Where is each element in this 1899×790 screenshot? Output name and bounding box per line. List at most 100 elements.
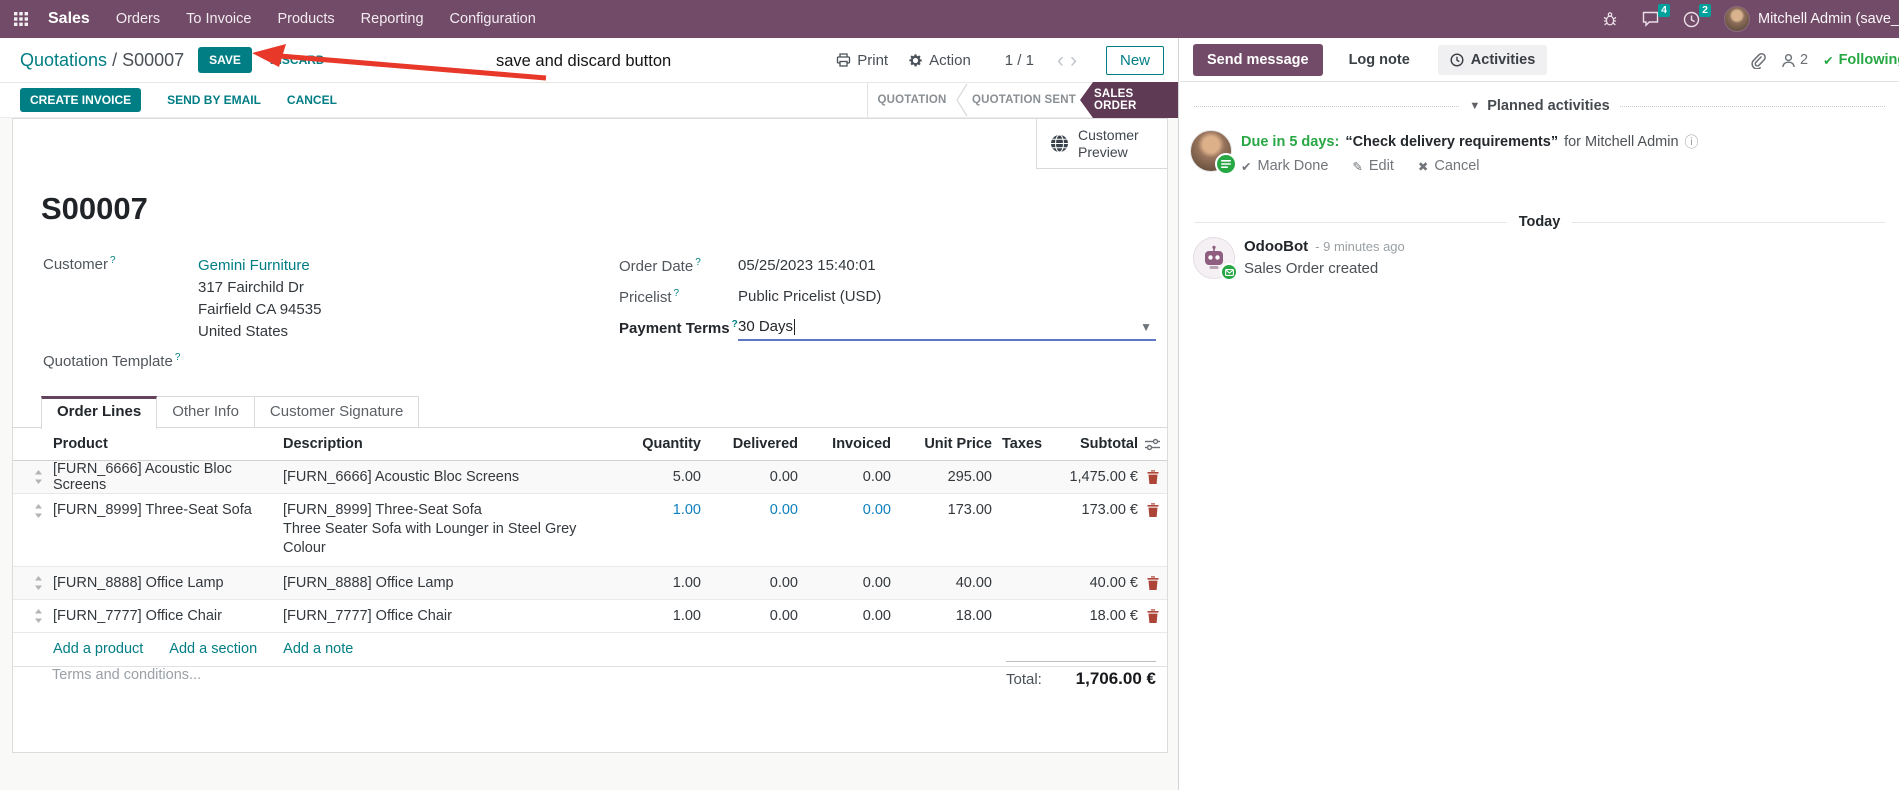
- state-sales-order-active[interactable]: SALES ORDER: [1080, 82, 1178, 118]
- order-date-value[interactable]: 05/25/2023 15:40:01: [738, 257, 876, 274]
- cell-quantity[interactable]: 5.00: [621, 469, 701, 485]
- drag-handle-icon[interactable]: [13, 609, 53, 623]
- new-button[interactable]: New: [1105, 45, 1164, 75]
- apps-grid-icon[interactable]: [14, 12, 28, 26]
- header-description[interactable]: Description: [283, 436, 621, 452]
- dropdown-caret-icon[interactable]: ▼: [1140, 320, 1156, 334]
- cell-unit-price[interactable]: 295.00: [891, 469, 992, 485]
- add-product-link[interactable]: Add a product: [53, 641, 143, 657]
- order-line-row[interactable]: [FURN_8999] Three-Seat Sofa [FURN_8999] …: [13, 494, 1167, 567]
- pricelist-value[interactable]: Public Pricelist (USD): [738, 288, 881, 305]
- cell-product[interactable]: [FURN_6666] Acoustic Bloc Screens: [53, 461, 283, 493]
- log-note-button[interactable]: Log note: [1349, 52, 1410, 68]
- app-name[interactable]: Sales: [48, 10, 90, 28]
- action-button[interactable]: Action: [908, 52, 971, 69]
- tab-customer-signature[interactable]: Customer Signature: [253, 396, 420, 427]
- cell-quantity-modified[interactable]: 1.00: [621, 501, 701, 520]
- planned-activities-header[interactable]: ▼ Planned activities: [1180, 98, 1899, 114]
- send-message-button[interactable]: Send message: [1193, 43, 1323, 76]
- breadcrumb-quotations[interactable]: Quotations: [20, 50, 107, 71]
- drag-handle-icon[interactable]: [13, 576, 53, 590]
- message-author[interactable]: OdooBot: [1244, 238, 1308, 255]
- activities-label: Activities: [1470, 51, 1536, 68]
- send-by-email-button[interactable]: SEND BY EMAIL: [167, 93, 261, 107]
- cell-invoiced[interactable]: 0.00: [798, 469, 891, 485]
- add-note-link[interactable]: Add a note: [283, 641, 353, 657]
- gear-icon: [909, 53, 922, 66]
- pager-next-button[interactable]: ›: [1067, 50, 1080, 71]
- cell-unit-price[interactable]: 18.00: [891, 608, 992, 624]
- menu-products[interactable]: Products: [277, 11, 334, 27]
- debug-bug-icon[interactable]: [1602, 11, 1618, 27]
- followers-button[interactable]: 2: [1781, 52, 1808, 68]
- pager-previous-button[interactable]: ‹: [1054, 50, 1067, 71]
- header-unit-price[interactable]: Unit Price: [891, 436, 992, 452]
- delete-row-icon[interactable]: [1138, 576, 1167, 590]
- header-subtotal[interactable]: Subtotal: [1052, 436, 1138, 452]
- cell-description[interactable]: [FURN_6666] Acoustic Bloc Screens: [283, 469, 621, 485]
- delete-row-icon[interactable]: [1138, 470, 1167, 484]
- cell-delivered-modified[interactable]: 0.00: [701, 501, 798, 520]
- print-button[interactable]: Print: [836, 52, 888, 69]
- menu-reporting[interactable]: Reporting: [361, 11, 424, 27]
- attachment-paperclip-icon[interactable]: [1750, 52, 1766, 69]
- cell-unit-price[interactable]: 40.00: [891, 575, 992, 591]
- state-quotation[interactable]: QUOTATION: [868, 82, 956, 118]
- discard-button[interactable]: DISCARD: [270, 53, 325, 67]
- menu-orders[interactable]: Orders: [116, 11, 160, 27]
- drag-handle-icon[interactable]: [13, 470, 53, 484]
- header-delivered[interactable]: Delivered: [701, 436, 798, 452]
- cancel-button[interactable]: CANCEL: [287, 93, 337, 107]
- header-quantity[interactable]: Quantity: [621, 436, 701, 452]
- drag-handle-icon[interactable]: [13, 501, 53, 518]
- cell-quantity[interactable]: 1.00: [621, 608, 701, 624]
- cell-product[interactable]: [FURN_8999] Three-Seat Sofa: [53, 501, 283, 520]
- cell-invoiced[interactable]: 0.00: [798, 575, 891, 591]
- activities-button[interactable]: Activities: [1437, 44, 1548, 75]
- header-taxes[interactable]: Taxes: [992, 436, 1052, 452]
- header-product[interactable]: Product: [53, 436, 283, 452]
- user-avatar[interactable]: [1724, 6, 1750, 32]
- tab-order-lines[interactable]: Order Lines: [41, 396, 158, 429]
- cell-description[interactable]: [FURN_8888] Office Lamp: [283, 575, 621, 591]
- info-icon[interactable]: ⓘ: [1685, 132, 1699, 152]
- cell-quantity[interactable]: 1.00: [621, 575, 701, 591]
- odoobot-avatar[interactable]: [1193, 237, 1238, 281]
- cell-delivered[interactable]: 0.00: [701, 608, 798, 624]
- edit-activity-button[interactable]: ✎ Edit: [1352, 158, 1393, 174]
- activity-avatar[interactable]: [1190, 130, 1237, 175]
- activities-clock-icon[interactable]: 2: [1683, 3, 1711, 28]
- order-line-row[interactable]: [FURN_7777] Office Chair [FURN_7777] Off…: [13, 600, 1167, 633]
- order-line-row[interactable]: [FURN_6666] Acoustic Bloc Screens [FURN_…: [13, 461, 1167, 494]
- mark-done-button[interactable]: ✔ Mark Done: [1241, 158, 1328, 174]
- header-invoiced[interactable]: Invoiced: [798, 436, 891, 452]
- cell-delivered[interactable]: 0.00: [701, 575, 798, 591]
- cell-invoiced[interactable]: 0.00: [798, 608, 891, 624]
- cancel-activity-button[interactable]: ✖ Cancel: [1418, 158, 1480, 174]
- user-menu[interactable]: Mitchell Admin (save_discard: [1758, 11, 1899, 27]
- cell-product[interactable]: [FURN_7777] Office Chair: [53, 608, 283, 624]
- optional-columns-icon[interactable]: [1138, 438, 1167, 451]
- following-button[interactable]: ✔ Following: [1823, 52, 1899, 68]
- menu-to-invoice[interactable]: To Invoice: [186, 11, 251, 27]
- menu-configuration[interactable]: Configuration: [450, 11, 536, 27]
- create-invoice-button[interactable]: CREATE INVOICE: [20, 88, 142, 112]
- save-button[interactable]: SAVE: [198, 47, 252, 73]
- state-quotation-sent[interactable]: QUOTATION SENT: [968, 82, 1080, 118]
- cell-unit-price[interactable]: 173.00: [891, 501, 992, 520]
- cell-description[interactable]: [FURN_8999] Three-Seat Sofa Three Seater…: [283, 501, 621, 558]
- add-section-link[interactable]: Add a section: [169, 641, 257, 657]
- cell-description[interactable]: [FURN_7777] Office Chair: [283, 608, 621, 624]
- delete-row-icon[interactable]: [1138, 609, 1167, 623]
- cell-delivered[interactable]: 0.00: [701, 469, 798, 485]
- order-line-row[interactable]: [FURN_8888] Office Lamp [FURN_8888] Offi…: [13, 567, 1167, 600]
- customer-preview-button[interactable]: Customer Preview: [1036, 119, 1167, 169]
- customer-link[interactable]: Gemini Furniture: [198, 255, 321, 277]
- delete-row-icon[interactable]: [1138, 501, 1167, 517]
- payment-terms-input[interactable]: 30 Days ▼: [738, 314, 1156, 341]
- cell-invoiced-modified[interactable]: 0.00: [798, 501, 891, 520]
- messages-icon[interactable]: 4: [1642, 4, 1670, 27]
- tab-other-info[interactable]: Other Info: [156, 396, 255, 427]
- cell-product[interactable]: [FURN_8888] Office Lamp: [53, 575, 283, 591]
- terms-placeholder[interactable]: Terms and conditions...: [52, 667, 201, 683]
